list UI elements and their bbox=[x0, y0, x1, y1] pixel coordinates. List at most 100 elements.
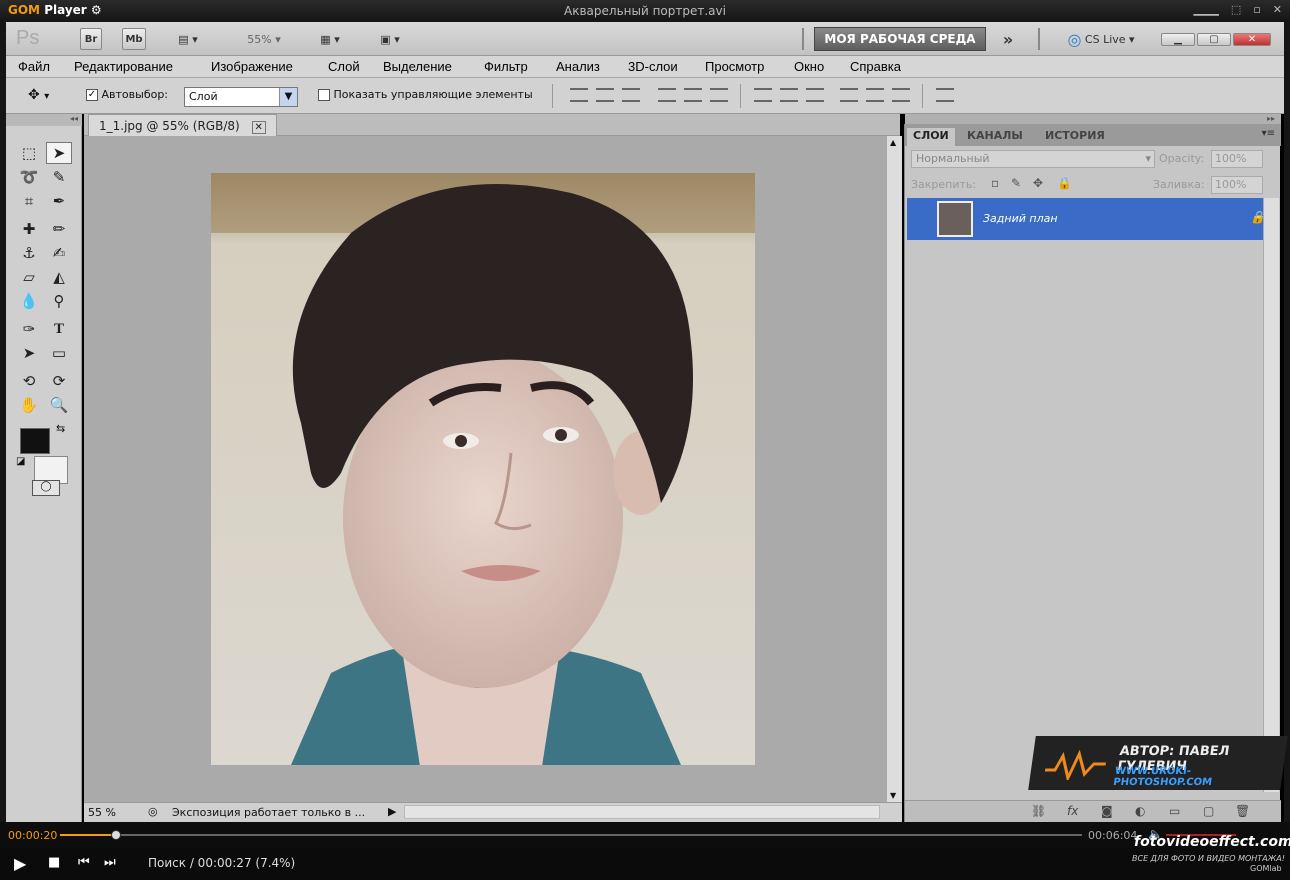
workspace-button[interactable]: МОЯ РАБОЧАЯ СРЕДА bbox=[814, 27, 986, 51]
link-layers-icon[interactable]: ⛓ bbox=[1031, 804, 1046, 818]
fill-input[interactable]: 100% bbox=[1211, 176, 1263, 194]
type-tool-icon[interactable]: T bbox=[46, 318, 72, 340]
autoselect-checkbox[interactable]: ✓ bbox=[86, 89, 98, 101]
crop-tool-icon[interactable]: ⌗ bbox=[16, 190, 42, 212]
menu-analysis[interactable]: Анализ bbox=[556, 59, 600, 74]
dodge-tool-icon[interactable]: ⚲ bbox=[46, 290, 72, 312]
move-tool-preset-picker[interactable]: ✥ ▾ bbox=[28, 87, 49, 103]
bridge-button[interactable]: Br bbox=[80, 28, 102, 50]
default-colors-icon[interactable]: ◪ bbox=[16, 456, 25, 467]
blur-tool-icon[interactable]: 💧 bbox=[16, 290, 42, 312]
healing-brush-tool-icon[interactable]: ✚ bbox=[16, 218, 42, 240]
menu-window[interactable]: Окно bbox=[794, 59, 824, 74]
quick-selection-tool-icon[interactable]: ✎ bbox=[46, 166, 72, 188]
more-workspaces-button[interactable]: » bbox=[998, 28, 1018, 50]
panel-menu-icon[interactable]: ▾≡ bbox=[1262, 128, 1275, 139]
paint-bucket-tool-icon[interactable]: ◭ bbox=[46, 266, 72, 288]
layer-name[interactable]: Задний план bbox=[983, 212, 1058, 225]
ps-close-icon[interactable]: ✕ bbox=[1233, 32, 1271, 46]
menu-edit[interactable]: Редактирование bbox=[74, 59, 173, 74]
menu-image[interactable]: Изображение bbox=[211, 59, 293, 74]
menu-filter[interactable]: Фильтр bbox=[484, 59, 528, 74]
close-icon[interactable]: ✕ bbox=[1273, 3, 1282, 16]
distribute-vcenter-icon[interactable] bbox=[780, 88, 798, 102]
status-info-icon[interactable]: ◎ bbox=[148, 805, 158, 818]
marquee-tool-icon[interactable]: ⬚ bbox=[16, 142, 42, 164]
close-tab-icon[interactable]: ✕ bbox=[251, 121, 266, 134]
auto-align-icon[interactable] bbox=[936, 88, 954, 102]
autoselect-target-select[interactable]: Слой ▼ bbox=[184, 87, 298, 107]
menu-help[interactable]: Справка bbox=[850, 59, 901, 74]
status-menu-arrow-icon[interactable]: ▶ bbox=[388, 805, 396, 818]
arrange-documents-dropdown[interactable]: ▦ ▾ bbox=[308, 28, 352, 50]
restore-icon[interactable]: ▫ bbox=[1253, 3, 1260, 16]
3d-rotate-tool-icon[interactable]: ⟲ bbox=[16, 370, 42, 392]
pen-tool-icon[interactable]: ✑ bbox=[16, 318, 42, 340]
ps-maximize-icon[interactable]: ▢ bbox=[1197, 32, 1231, 46]
lasso-tool-icon[interactable]: ➰ bbox=[16, 166, 42, 188]
lock-transparent-icon[interactable]: ▫ bbox=[991, 176, 999, 190]
tab-history[interactable]: ИСТОРИЯ bbox=[1039, 128, 1111, 146]
menu-3d[interactable]: 3D-слои bbox=[628, 59, 678, 74]
view-extras-dropdown[interactable]: ▤ ▾ bbox=[166, 28, 210, 50]
tab-channels[interactable]: КАНАЛЫ bbox=[961, 128, 1029, 146]
3d-orbit-tool-icon[interactable]: ⟳ bbox=[46, 370, 72, 392]
distribute-left-icon[interactable] bbox=[840, 88, 858, 102]
blend-mode-select[interactable]: Нормальный ▾ bbox=[911, 150, 1155, 168]
lock-position-icon[interactable]: ✥ bbox=[1033, 176, 1043, 190]
menu-layer[interactable]: Слой bbox=[328, 59, 360, 74]
hand-tool-icon[interactable]: ✋ bbox=[16, 394, 42, 416]
minimize-icon[interactable]: ▁▁▁ bbox=[1194, 3, 1219, 16]
align-left-icon[interactable] bbox=[658, 88, 676, 102]
menu-select[interactable]: Выделение bbox=[383, 59, 452, 74]
brush-tool-icon[interactable]: ✏ bbox=[46, 218, 72, 240]
tab-layers[interactable]: СЛОИ bbox=[907, 128, 955, 146]
align-bottom-icon[interactable] bbox=[622, 88, 640, 102]
menu-file[interactable]: Файл bbox=[18, 59, 50, 74]
trash-icon[interactable]: 🗑 bbox=[1235, 804, 1250, 818]
history-brush-tool-icon[interactable]: ✍ bbox=[46, 242, 72, 264]
zoom-level-dropdown[interactable]: 55% ▾ bbox=[236, 28, 292, 50]
ps-minimize-icon[interactable]: ▁ bbox=[1161, 32, 1195, 46]
distribute-top-icon[interactable] bbox=[754, 88, 772, 102]
cs-live-dropdown[interactable]: ◎ CS Live ▾ bbox=[1056, 28, 1146, 50]
distribute-bottom-icon[interactable] bbox=[806, 88, 824, 102]
eyedropper-tool-icon[interactable]: ✒ bbox=[46, 190, 72, 212]
distribute-hcenter-icon[interactable] bbox=[866, 88, 884, 102]
zoom-tool-icon[interactable]: 🔍 bbox=[46, 394, 72, 416]
align-right-icon[interactable] bbox=[710, 88, 728, 102]
align-top-icon[interactable] bbox=[570, 88, 588, 102]
previous-icon[interactable]: ⏮ bbox=[78, 855, 90, 870]
path-selection-tool-icon[interactable]: ➤ bbox=[16, 342, 42, 364]
move-tool-icon[interactable]: ➤ bbox=[46, 142, 72, 164]
layer-row-background[interactable]: Задний план 🔒 bbox=[907, 198, 1277, 240]
rectangle-tool-icon[interactable]: ▭ bbox=[46, 342, 72, 364]
distribute-right-icon[interactable] bbox=[892, 88, 910, 102]
lock-pixels-icon[interactable]: ✎ bbox=[1011, 176, 1021, 190]
new-group-icon[interactable]: ▭ bbox=[1169, 804, 1180, 818]
stop-icon[interactable]: ■ bbox=[48, 855, 60, 870]
panel-grip[interactable]: ▸▸ bbox=[905, 114, 1281, 124]
canvas-horizontal-scrollbar[interactable] bbox=[404, 805, 880, 819]
scroll-up-icon[interactable]: ▲ bbox=[890, 138, 896, 147]
tools-panel-grip[interactable]: ◂◂ bbox=[6, 114, 82, 126]
add-mask-icon[interactable]: ◙ bbox=[1101, 804, 1113, 818]
seek-handle[interactable] bbox=[111, 830, 122, 840]
screen-mode-dropdown[interactable]: ▣ ▾ bbox=[368, 28, 412, 50]
align-hcenter-icon[interactable] bbox=[684, 88, 702, 102]
zoom-status[interactable]: 55 % bbox=[88, 806, 116, 819]
scroll-down-icon[interactable]: ▼ bbox=[890, 791, 896, 800]
clone-stamp-tool-icon[interactable]: ⚓ bbox=[16, 242, 42, 264]
layers-scrollbar[interactable] bbox=[1263, 198, 1279, 792]
menu-view[interactable]: Просмотр bbox=[705, 59, 764, 74]
adjustment-layer-icon[interactable]: ◐ bbox=[1135, 804, 1145, 818]
play-icon[interactable]: ▶ bbox=[14, 854, 26, 873]
align-vcenter-icon[interactable] bbox=[596, 88, 614, 102]
document-tab[interactable]: 1_1.jpg @ 55% (RGB/8) ✕ bbox=[88, 114, 277, 136]
swap-colors-icon[interactable]: ⇆ bbox=[56, 422, 65, 435]
new-layer-icon[interactable]: ▢ bbox=[1203, 804, 1214, 818]
fx-icon[interactable]: fx bbox=[1067, 804, 1078, 818]
document-image[interactable] bbox=[211, 173, 755, 765]
show-transform-checkbox[interactable] bbox=[318, 89, 330, 101]
fullscreen-icon[interactable]: ⬚ bbox=[1231, 3, 1241, 16]
